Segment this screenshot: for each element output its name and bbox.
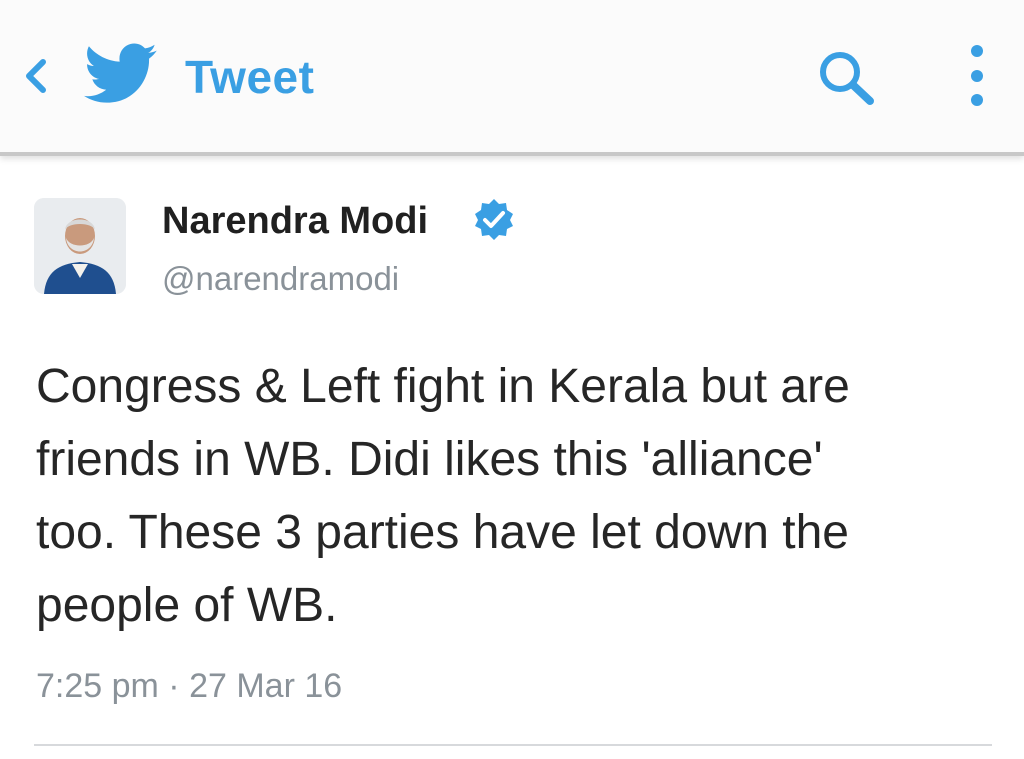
verified-badge-icon — [475, 199, 513, 240]
twitter-bird-icon — [84, 43, 157, 103]
author-handle[interactable]: @narendramodi — [162, 258, 399, 300]
tweet-text: Congress & Left fight in Kerala but are … — [36, 360, 850, 632]
tweet-detail-screen: Tweet Narendra Modi @narendramodi Congre… — [0, 0, 1024, 759]
profile-photo-icon — [34, 198, 126, 294]
divider — [34, 744, 992, 746]
search-icon — [820, 52, 874, 105]
author-name[interactable]: Narendra Modi — [162, 198, 428, 244]
more-vertical-icon — [971, 45, 983, 106]
search-button[interactable] — [812, 46, 882, 108]
avatar[interactable] — [34, 198, 126, 294]
app-bar: Tweet — [0, 0, 1024, 156]
page-title: Tweet — [185, 51, 315, 103]
more-options-button[interactable] — [955, 38, 999, 114]
tweet-timestamp: 7:25 pm · 27 Mar 16 — [36, 667, 343, 705]
chevron-left-icon — [26, 59, 46, 93]
back-button[interactable] — [14, 52, 58, 100]
